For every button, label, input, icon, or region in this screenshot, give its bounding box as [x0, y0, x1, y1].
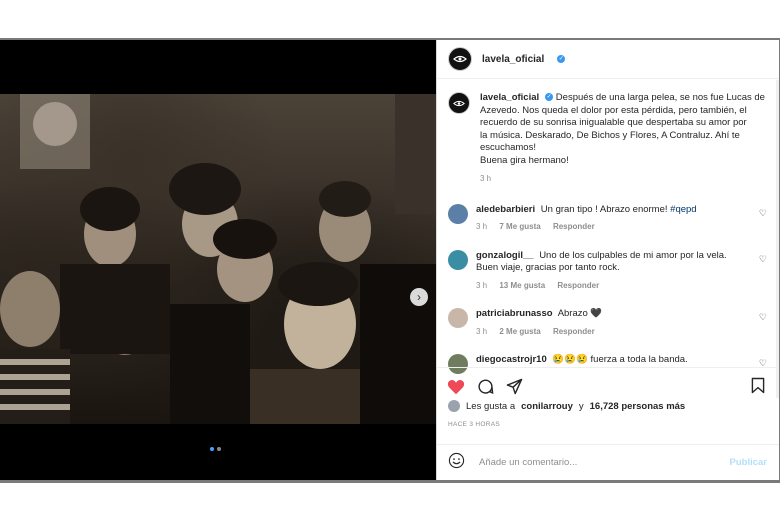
caption-line: la música. Deskarado, De Bichos y Flores… — [480, 129, 740, 141]
comment-item: aledebarbieri Un gran tipo ! Abrazo enor… — [437, 203, 779, 234]
caption-text: lavela_oficial ✓ Después de una larga pel… — [480, 92, 767, 186]
share-button[interactable] — [506, 378, 523, 395]
logo-icon — [453, 100, 465, 106]
caption-line: escuchamos! — [480, 142, 536, 153]
caption-time: 3 h — [480, 174, 492, 183]
media-pane: › — [0, 40, 436, 480]
post-photo — [0, 94, 436, 424]
scrollbar[interactable] — [776, 80, 779, 398]
comment-body: gonzalogil__ Uno de los culpables de mi … — [476, 250, 746, 293]
comment-time: 3 h — [476, 326, 488, 336]
verified-badge-icon: ✓ — [557, 55, 566, 63]
likes-prefix: Les gusta a — [466, 400, 516, 412]
verified-badge-icon: ✓ — [545, 93, 554, 102]
comment-text: Buen viaje, gracias por tanto rock. — [476, 262, 620, 273]
comment-likes[interactable]: 7 Me gusta — [499, 222, 540, 231]
comment-username[interactable]: aledebarbieri — [476, 204, 535, 215]
likes-summary: Les gusta a conilarrouy y 16,728 persona… — [448, 400, 685, 412]
comment-meta: 3 h 2 Me gusta Responder — [476, 326, 746, 339]
caption-line: Azevedo. Nos queda el dolor por esta pér… — [480, 104, 747, 116]
bookmark-icon — [751, 377, 765, 394]
profile-avatar[interactable] — [448, 47, 472, 71]
comment-button[interactable] — [477, 378, 494, 395]
post-header: lavela_oficial ✓ — [437, 40, 779, 79]
emoji-icon — [448, 452, 465, 468]
comment-time: 3 h — [476, 280, 488, 290]
reply-button[interactable]: Responder — [557, 281, 599, 290]
likes-count[interactable]: 16,728 personas más — [590, 401, 686, 412]
caption-line: Después de una larga pelea, se nos fue L… — [555, 92, 765, 103]
comment-hashtag[interactable]: #qepd — [670, 204, 696, 215]
comment-likes[interactable]: 13 Me gusta — [499, 281, 545, 290]
caption-line: Buena gira hermano! — [480, 154, 569, 166]
carousel-dot-active — [210, 447, 214, 451]
comment-input[interactable] — [477, 456, 718, 469]
carousel-dot — [217, 447, 221, 451]
comment-body: patriciabrunasso Abrazo 🖤 3 h 2 Me gusta… — [476, 308, 746, 338]
comment-avatar[interactable] — [448, 203, 468, 224]
heart-icon[interactable]: ♡ — [759, 312, 767, 323]
caption-avatar[interactable] — [448, 92, 470, 114]
post-caption: lavela_oficial ✓ Después de una larga pel… — [437, 80, 779, 186]
comment-item: patriciabrunasso Abrazo 🖤 3 h 2 Me gusta… — [437, 308, 779, 338]
comment-body: aledebarbieri Un gran tipo ! Abrazo enor… — [476, 204, 746, 234]
caption-line: recuerdo de su sonrisa inigualable que d… — [480, 117, 747, 128]
reply-button[interactable]: Responder — [553, 222, 595, 231]
chevron-right-icon: › — [417, 290, 421, 304]
comment-username[interactable]: patriciabrunasso — [476, 308, 553, 319]
add-comment-bar: Publicar — [437, 444, 779, 480]
likes-and: y — [578, 400, 584, 412]
comment-username[interactable]: gonzalogil__ — [476, 250, 534, 261]
heart-icon — [447, 379, 465, 394]
comment-text: Abrazo 🖤 — [557, 308, 603, 319]
heart-icon[interactable]: ♡ — [759, 208, 767, 219]
comment-likes[interactable]: 2 Me gusta — [499, 327, 540, 336]
share-icon — [506, 378, 523, 395]
comment-text: 😢😢😢 fuerza a toda la banda. — [552, 354, 688, 365]
carousel-dots — [210, 447, 221, 451]
comment-text: Uno de los culpables de mi amor por la v… — [539, 249, 727, 261]
post-time-ago: HACE 3 HORAS — [448, 421, 501, 428]
comment-avatar[interactable] — [448, 308, 468, 328]
post-actions — [437, 367, 779, 399]
like-button[interactable] — [447, 379, 465, 395]
post-side-panel: lavela_oficial ✓ lavela_oficial ✓ Después… — [436, 40, 779, 480]
comment-avatar[interactable] — [448, 249, 468, 270]
likes-user[interactable]: conilarrouy — [521, 401, 573, 412]
liker-avatar[interactable] — [448, 400, 460, 412]
emoji-button[interactable] — [448, 452, 465, 474]
heart-icon[interactable]: ♡ — [759, 254, 767, 265]
caption-username[interactable]: lavela_oficial — [480, 92, 539, 103]
carousel-next-button[interactable]: › — [410, 288, 428, 306]
comment-time: 3 h — [476, 222, 488, 231]
comment-item: gonzalogil__ Uno de los culpables de mi … — [437, 249, 779, 293]
publish-button[interactable]: Publicar — [730, 457, 768, 468]
reply-button[interactable]: Responder — [553, 327, 595, 336]
save-button[interactable] — [751, 377, 765, 399]
band-photo-illustration — [0, 94, 436, 424]
comment-icon — [478, 379, 494, 394]
comment-username[interactable]: diegocastrojr10 — [476, 354, 547, 365]
header-username[interactable]: lavela_oficial — [482, 54, 544, 65]
comments-scroll-area[interactable]: lavela_oficial ✓ Después de una larga pel… — [437, 80, 779, 398]
logo-icon — [453, 55, 467, 63]
comment-meta: 3 h 7 Me gusta Responder — [476, 221, 746, 234]
comment-text: Un gran tipo ! Abrazo enorme! — [540, 203, 671, 215]
comment-meta: 3 h 13 Me gusta Responder — [476, 280, 746, 293]
